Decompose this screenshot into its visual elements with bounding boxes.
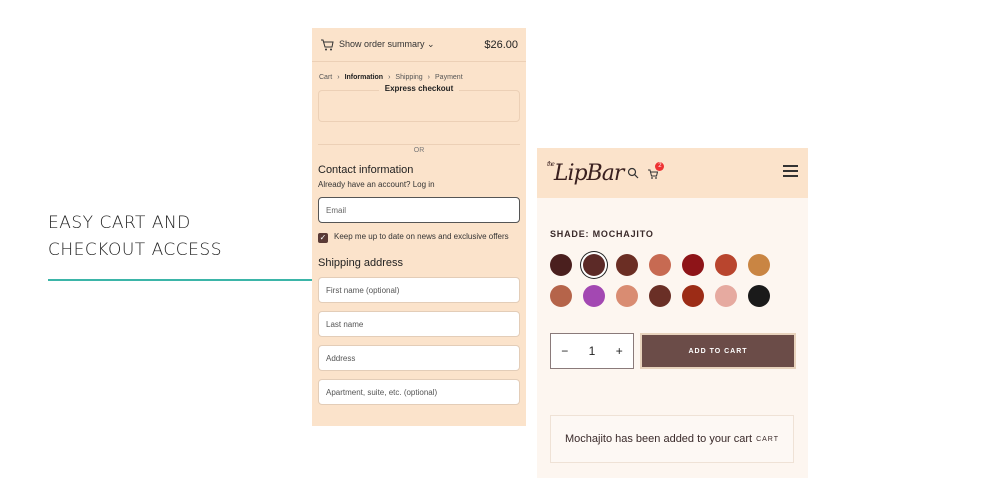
express-checkout-box[interactable]: Express checkout [318, 84, 520, 122]
breadcrumb-cart[interactable]: Cart [319, 74, 332, 81]
email-field[interactable]: Email [318, 197, 520, 223]
address-field[interactable]: Address [318, 345, 520, 371]
shade-swatch[interactable] [649, 285, 671, 307]
shade-swatch[interactable] [550, 285, 572, 307]
cart-icon [321, 39, 334, 50]
add-to-cart-button[interactable]: ADD TO CART [640, 333, 796, 369]
caption-line-1: EASY CART AND [48, 213, 191, 233]
express-checkout-label: Express checkout [378, 84, 460, 93]
or-divider: OR [318, 139, 520, 154]
purchase-row: − 1 + ADD TO CART [550, 333, 808, 369]
shade-swatch[interactable] [682, 254, 704, 276]
product-screen: theLipBar 2 SHADE: MOCHAJITO − 1 + ADD T… [537, 148, 808, 478]
shade-swatch[interactable] [616, 254, 638, 276]
order-total: $26.00 [484, 38, 518, 51]
breadcrumb-information: Information [344, 74, 384, 81]
last-name-field[interactable]: Last name [318, 311, 520, 337]
shade-swatch[interactable] [550, 254, 572, 276]
newsletter-checkbox[interactable]: ✓ [318, 233, 328, 243]
first-name-field[interactable]: First name (optional) [318, 277, 520, 303]
shade-swatch[interactable] [583, 285, 605, 307]
increase-quantity-button[interactable]: + [616, 344, 623, 358]
shade-swatch[interactable] [682, 285, 704, 307]
shipping-address-heading: Shipping address [318, 257, 404, 269]
notification-message: Mochajito has been added to your cart [565, 433, 753, 445]
breadcrumb-payment: Payment [435, 74, 463, 81]
shade-swatch[interactable] [748, 254, 770, 276]
newsletter-label: Keep me up to date on news and exclusive… [334, 232, 509, 241]
logo-text: LipBar [553, 160, 625, 186]
breadcrumb-separator: › [388, 74, 391, 81]
feature-caption: EASY CART AND CHECKOUT ACCESS [48, 210, 288, 264]
shade-swatch[interactable] [748, 285, 770, 307]
login-prompt[interactable]: Already have an account? Log in [318, 180, 520, 189]
shade-swatch[interactable] [715, 254, 737, 276]
cart-count-badge: 2 [655, 162, 665, 171]
shade-swatch[interactable] [616, 285, 638, 307]
shade-swatch[interactable] [583, 254, 605, 276]
checkout-screen: Show order summary ⌄ $26.00 Cart › Infor… [312, 28, 526, 426]
breadcrumb-separator: › [427, 74, 431, 81]
caption-line-2: CHECKOUT ACCESS [48, 240, 222, 260]
show-order-summary-toggle[interactable]: Show order summary ⌄ [339, 39, 484, 50]
or-label: OR [407, 147, 431, 154]
brand-logo[interactable]: theLipBar [547, 160, 625, 186]
added-to-cart-notification: Mochajito has been added to your cart CA… [550, 415, 794, 463]
search-icon[interactable] [627, 167, 639, 179]
breadcrumb: Cart › Information › Shipping › Payment [312, 62, 526, 81]
hamburger-menu-icon[interactable] [783, 165, 798, 180]
contact-information-heading: Contact information [318, 164, 414, 176]
quantity-value: 1 [588, 344, 596, 358]
shade-swatches [550, 254, 808, 307]
shade-swatch[interactable] [649, 254, 671, 276]
shade-swatch[interactable] [715, 285, 737, 307]
breadcrumb-shipping: Shipping [395, 74, 423, 81]
logo-prefix: the [547, 160, 555, 168]
view-cart-link[interactable]: CART [756, 436, 779, 443]
order-summary-bar[interactable]: Show order summary ⌄ $26.00 [312, 28, 526, 62]
decrease-quantity-button[interactable]: − [561, 344, 568, 358]
caption-divider [48, 279, 312, 281]
site-header: theLipBar 2 [537, 148, 808, 198]
quantity-stepper[interactable]: − 1 + [550, 333, 634, 369]
apartment-field[interactable]: Apartment, suite, etc. (optional) [318, 379, 520, 405]
shade-label: SHADE: MOCHAJITO [550, 229, 654, 239]
cart-button[interactable]: 2 [647, 162, 665, 179]
breadcrumb-separator: › [337, 74, 340, 81]
newsletter-option[interactable]: ✓ Keep me up to date on news and exclusi… [318, 232, 520, 243]
